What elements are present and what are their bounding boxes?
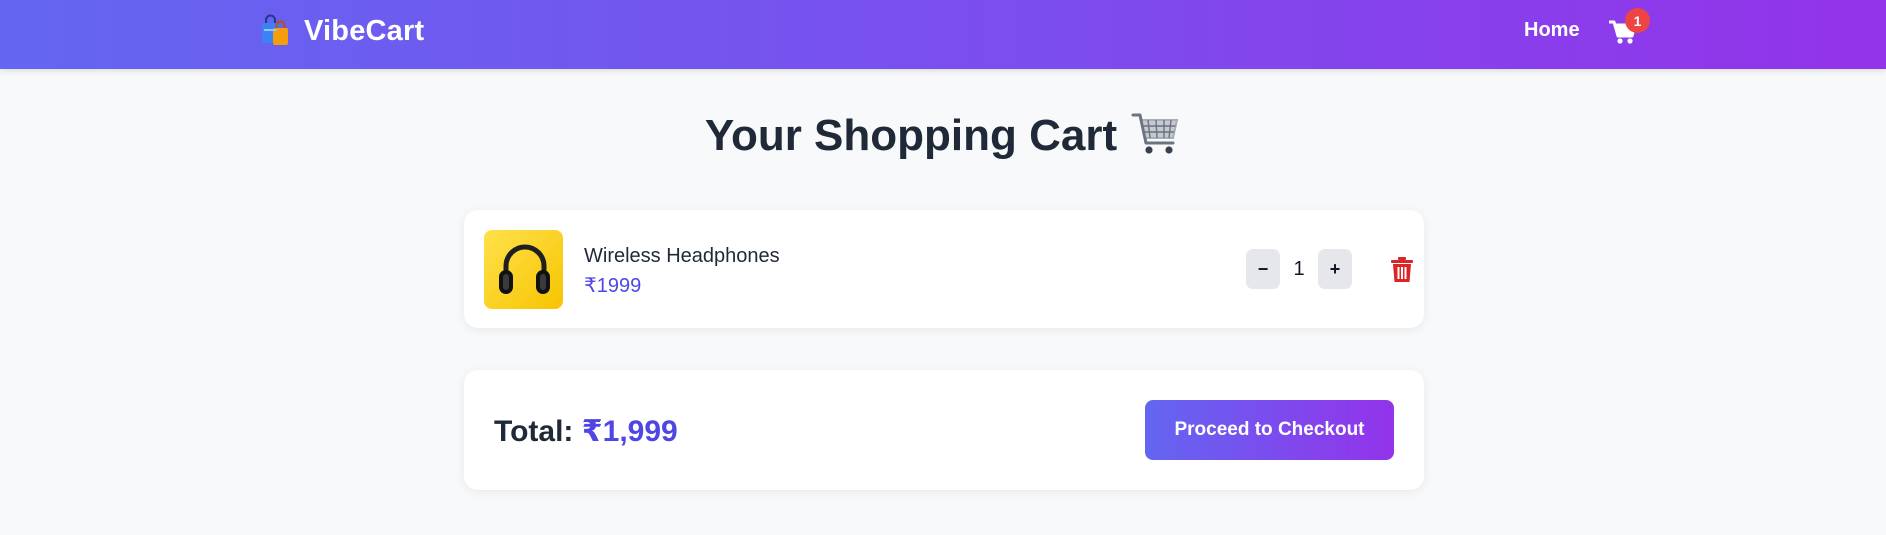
item-price: ₹1999 [584,275,642,297]
checkout-button[interactable]: Proceed to Checkout [1145,400,1394,460]
trash-icon[interactable] [1390,257,1414,283]
page-title-text: Your Shopping Cart [704,111,1118,160]
total-amount: ₹1,999 [581,415,678,448]
total-label: Total: [494,415,574,448]
headphones-thumbnail[interactable] [484,230,563,309]
nav-home-link[interactable]: Home [1524,18,1580,42]
shopping-cart-emoji-icon [1131,113,1179,154]
item-name[interactable]: Wireless Headphones [584,244,780,268]
item-quantity: 1 [1293,257,1305,280]
cart-item: Wireless Headphones ₹1999 − 1 + [464,210,1424,328]
decrease-quantity-button[interactable]: − [1246,249,1280,289]
cart-count-badge: 1 [1625,8,1650,33]
page-title: Your Shopping Cart [0,108,1886,164]
brand-name: VibeCart [304,14,425,47]
headphones-icon [499,244,550,294]
navbar: VibeCart Home 1 [0,0,1886,69]
brand-logo[interactable]: VibeCart [258,14,424,48]
increase-quantity-button[interactable]: + [1318,249,1352,289]
shopping-bags-icon [262,14,288,45]
total-line: Total: ₹1,999 [494,414,678,450]
cart-summary: Total: ₹1,999 Proceed to Checkout [464,370,1424,490]
